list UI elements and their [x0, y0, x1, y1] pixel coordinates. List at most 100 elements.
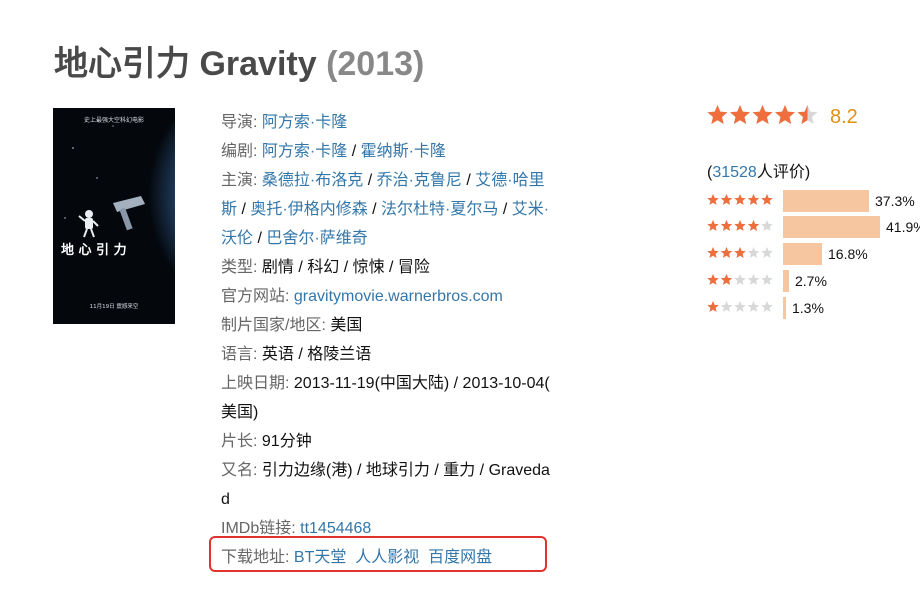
- rating-count: (31528人评价): [707, 164, 811, 181]
- website-link[interactable]: gravitymovie.warnerbros.com: [294, 288, 503, 305]
- star-filled-icon: [720, 194, 733, 205]
- star-icon: [734, 274, 746, 285]
- cast-link[interactable]: 沃伦: [221, 230, 253, 247]
- star-icon: [761, 301, 773, 312]
- movie-poster[interactable]: 史上最强大空科幻电影 地 心 引 力 11月19日 震撼来空: [53, 108, 175, 324]
- country-label: 制片国家/地区:: [221, 317, 326, 334]
- poster-release: 11月19日 震撼来空: [90, 302, 139, 310]
- writer-link-1[interactable]: 阿方索·卡隆: [262, 143, 347, 160]
- imdb-link[interactable]: tt1454468: [300, 520, 371, 537]
- movie-title: 地心引力 Gravity: [54, 45, 317, 83]
- cast-link[interactable]: 乔治·克鲁尼: [377, 172, 462, 189]
- cast-link[interactable]: 艾米·: [512, 201, 549, 218]
- star-icon: [761, 274, 773, 285]
- star-filled-icon: [720, 274, 733, 285]
- row-stars-icon: [707, 194, 773, 205]
- star-icon: [761, 220, 773, 231]
- poster-title: 地 心 引 力: [61, 242, 127, 258]
- row-stars-icon: [707, 274, 773, 285]
- country-value: 美国: [330, 317, 363, 334]
- download-highlight-box: [209, 536, 547, 572]
- release-value-cont: 美国): [221, 404, 259, 421]
- release-value: 2013-11-19(中国大陆) / 2013-10-04(: [293, 375, 550, 392]
- rating-score: 8.2: [830, 106, 858, 128]
- info-cast: 主演: 桑德拉·布洛克 / 乔治·克鲁尼 / 艾德·哈里: [221, 172, 545, 189]
- star-filled-icon: [720, 247, 733, 258]
- page-title: 地心引力 Gravity (2013): [54, 36, 424, 85]
- star-filled-icon: [747, 220, 760, 231]
- row-stars-icon: [707, 247, 773, 258]
- star-filled-icon: [707, 105, 728, 124]
- genre-value: 剧情 / 科幻 / 惊悚 / 冒险: [261, 259, 430, 276]
- director-label: 导演:: [221, 114, 258, 131]
- rating-bar: [783, 270, 789, 292]
- cast-link[interactable]: 法尔杜特·夏尔马: [381, 201, 498, 218]
- rating-stars-icon: [707, 105, 818, 124]
- star-filled-icon: [707, 301, 719, 312]
- star-icon: [747, 247, 760, 258]
- star-icon: [747, 301, 760, 312]
- rating-count-link[interactable]: 31528: [712, 164, 757, 181]
- cast-link[interactable]: 巴舍尔·萨维奇: [266, 230, 367, 247]
- runtime-value: 91分钟: [261, 433, 312, 450]
- imdb-label: IMDb链接:: [221, 520, 296, 537]
- cast-link[interactable]: 斯: [221, 201, 237, 218]
- language-value: 英语 / 格陵兰语: [261, 346, 372, 363]
- star-filled-icon: [734, 247, 746, 258]
- rating-bar: [783, 297, 786, 319]
- poster-tagline: 史上最强大空科幻电影: [84, 116, 144, 124]
- star-filled-icon: [730, 105, 750, 124]
- rating-percent: 2.7%: [795, 273, 827, 289]
- star-filled-icon: [747, 194, 760, 205]
- info-runtime: 片长: 91分钟: [221, 427, 601, 456]
- info-genre: 类型: 剧情 / 科幻 / 惊悚 / 冒险: [221, 253, 601, 282]
- star-icon: [747, 274, 760, 285]
- rating-bar: [783, 190, 869, 212]
- cast-label: 主演:: [221, 172, 258, 189]
- director-link[interactable]: 阿方索·卡隆: [262, 114, 347, 131]
- star-filled-icon: [761, 194, 773, 205]
- cast-link[interactable]: 桑德拉·布洛克: [262, 172, 363, 189]
- star-filled-icon: [752, 105, 773, 124]
- star-filled-icon: [734, 194, 746, 205]
- rating-percent: 16.8%: [828, 246, 868, 262]
- aka-value-cont: d: [221, 491, 230, 508]
- row-stars-icon: [707, 220, 773, 231]
- info-aka: 又名: 引力边缘(港) / 地球引力 / 重力 / Graveda: [221, 456, 601, 485]
- language-label: 语言:: [221, 346, 258, 363]
- aka-label: 又名:: [221, 462, 258, 479]
- star-filled-icon: [720, 220, 733, 231]
- star-icon: [761, 247, 773, 258]
- movie-info: 导演: 阿方索·卡隆 编剧: 阿方索·卡隆 / 霍纳斯·卡隆 主演: 桑德拉·布…: [221, 108, 601, 572]
- rating-bar: [783, 243, 822, 265]
- info-release: 上映日期: 2013-11-19(中国大陆) / 2013-10-04(: [221, 369, 601, 398]
- info-website: 官方网站: gravitymovie.warnerbros.com: [221, 282, 601, 311]
- rating-percent: 37.3%: [875, 193, 915, 209]
- writer-link-2[interactable]: 霍纳斯·卡隆: [361, 143, 446, 160]
- star-filled-icon: [707, 220, 719, 231]
- star-filled-icon: [734, 220, 746, 231]
- rating-percent: 41.9%: [886, 219, 920, 235]
- row-stars-icon: [707, 301, 773, 312]
- rating-bar: [783, 216, 880, 238]
- runtime-label: 片长:: [221, 433, 258, 450]
- writer-label: 编剧:: [221, 143, 258, 160]
- aka-value: 引力边缘(港) / 地球引力 / 重力 / Graveda: [261, 462, 550, 479]
- movie-year: (2013): [326, 45, 425, 83]
- info-language: 语言: 英语 / 格陵兰语: [221, 340, 601, 369]
- star-filled-icon: [775, 105, 795, 124]
- cast-link[interactable]: 奥托·伊格内修森: [250, 201, 367, 218]
- star-filled-icon: [707, 274, 719, 285]
- info-director: 导演: 阿方索·卡隆: [221, 108, 601, 137]
- star-filled-icon: [707, 194, 719, 205]
- website-label: 官方网站:: [221, 288, 290, 305]
- cast-link[interactable]: 艾德·哈里: [475, 172, 544, 189]
- release-label: 上映日期:: [221, 375, 290, 392]
- genre-label: 类型:: [221, 259, 258, 276]
- info-writer: 编剧: 阿方索·卡隆 / 霍纳斯·卡隆: [221, 143, 446, 160]
- star-icon: [720, 301, 733, 312]
- rating-percent: 1.3%: [792, 300, 824, 316]
- poster-image: 史上最强大空科幻电影 地 心 引 力 11月19日 震撼来空: [53, 108, 175, 324]
- star-filled-icon: [707, 247, 719, 258]
- info-country: 制片国家/地区: 美国: [221, 311, 601, 340]
